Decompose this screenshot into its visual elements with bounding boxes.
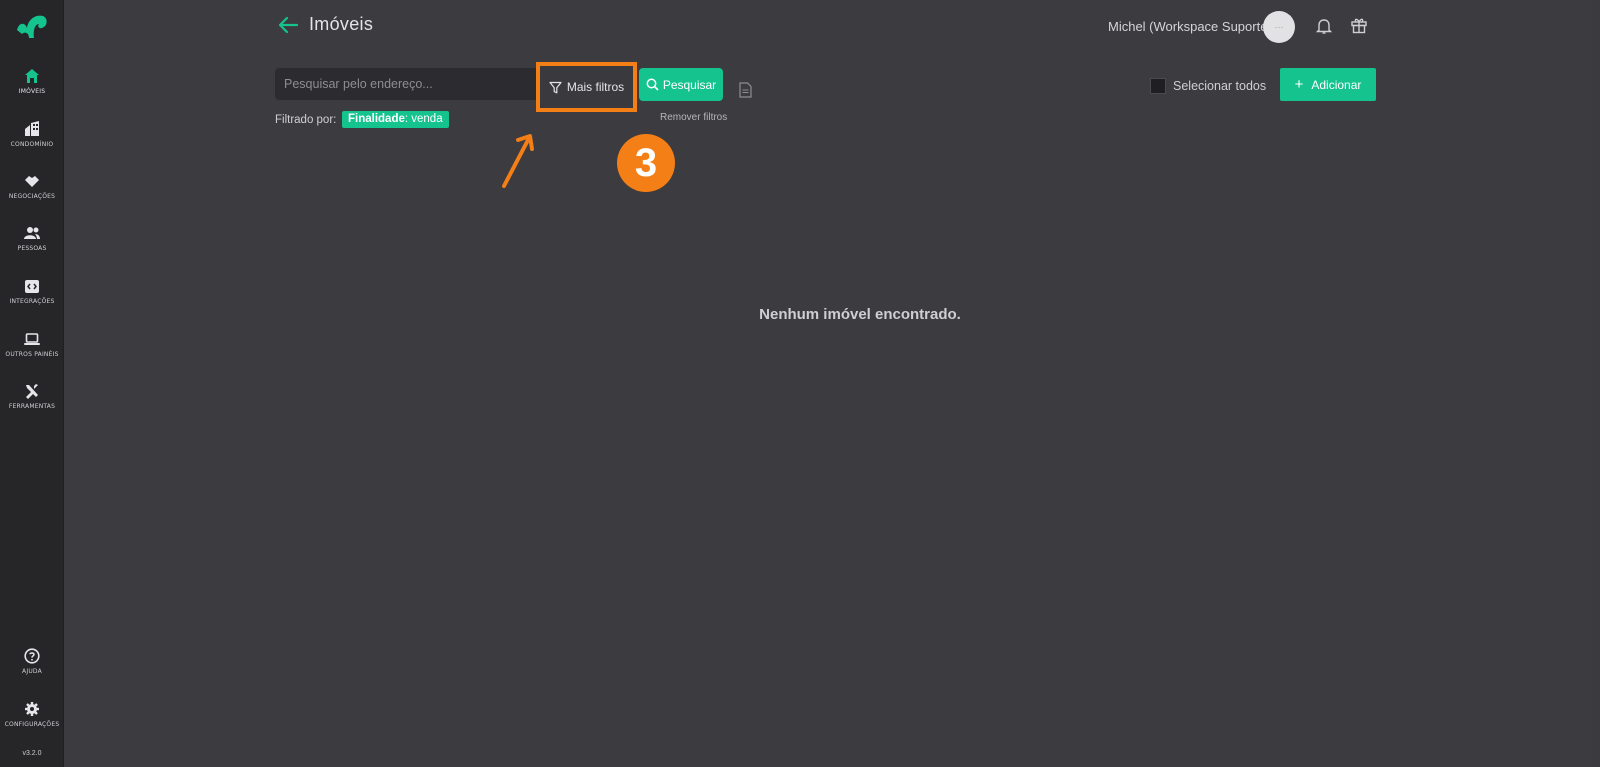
buildings-icon <box>25 121 39 136</box>
sidebar-item-label: AJUDA <box>22 668 42 675</box>
handshake-icon <box>25 176 39 187</box>
sidebar-item-label: NEGOCIAÇÕES <box>8 193 56 200</box>
more-filters-button[interactable]: Mais filtros <box>536 62 637 112</box>
sidebar-item-ajuda[interactable]: AJUDA <box>0 644 64 694</box>
add-button-label: Adicionar <box>1311 77 1362 92</box>
sidebar-item-label: IMÓVEIS <box>18 88 46 95</box>
sidebar: IMÓVEIS CONDOMÍNIO NEGOCIAÇÕES PESSOAS I… <box>0 0 64 767</box>
add-button[interactable]: + Adicionar <box>1280 68 1376 101</box>
search-input[interactable] <box>275 68 536 100</box>
filter-chip-key: Finalidade <box>348 113 405 125</box>
sidebar-item-label: CONDOMÍNIO <box>10 141 54 148</box>
sidebar-item-outros-paineis[interactable]: OUTROS PAINÉIS <box>0 327 64 377</box>
filtered-by-label: Filtrado por: <box>275 114 337 126</box>
tools-icon <box>26 384 38 399</box>
search-button-label: Pesquisar <box>662 77 717 92</box>
search-icon <box>646 78 659 91</box>
select-all-checkbox[interactable] <box>1150 78 1166 94</box>
back-arrow-icon[interactable] <box>277 15 299 35</box>
laptop-icon <box>24 333 40 345</box>
sidebar-item-configuracoes[interactable]: CONFIGURAÇÕES <box>0 697 64 747</box>
bell-icon[interactable] <box>1315 17 1333 35</box>
plus-icon: + <box>1294 75 1304 93</box>
sidebar-item-label: OUTROS PAINÉIS <box>5 351 59 358</box>
sidebar-item-imoveis[interactable]: IMÓVEIS <box>0 64 64 114</box>
remove-filters-link[interactable]: Remover filtros <box>660 112 727 123</box>
sidebar-item-label: INTEGRAÇÕES <box>9 298 55 305</box>
app-version: v3.2.0 <box>22 750 42 757</box>
home-icon <box>25 69 39 83</box>
document-icon[interactable] <box>739 82 752 98</box>
gift-icon[interactable] <box>1350 16 1368 34</box>
active-filter-chip[interactable]: Finalidade: venda <box>342 111 449 128</box>
sidebar-item-label: CONFIGURAÇÕES <box>4 721 60 728</box>
search-button[interactable]: Pesquisar <box>639 68 723 101</box>
empty-state-message: Nenhum imóvel encontrado. <box>759 306 961 323</box>
people-icon <box>24 227 40 239</box>
filter-chip-value: : venda <box>404 113 443 125</box>
filter-icon <box>549 81 562 93</box>
sidebar-item-condominio[interactable]: CONDOMÍNIO <box>0 117 64 167</box>
page-scrollbar[interactable] <box>1592 0 1600 767</box>
sidebar-item-ferramentas[interactable]: FERRAMENTAS <box>0 379 64 429</box>
more-filters-label: Mais filtros <box>566 80 625 94</box>
help-icon <box>24 648 40 664</box>
select-all-label[interactable]: Selecionar todos <box>1173 79 1266 93</box>
sidebar-item-negociacoes[interactable]: NEGOCIAÇÕES <box>0 169 64 219</box>
sidebar-item-label: FERRAMENTAS <box>8 403 56 410</box>
gear-icon <box>25 702 39 716</box>
sidebar-item-integracoes[interactable]: INTEGRAÇÕES <box>0 274 64 324</box>
step-number-badge: 3 <box>617 134 675 192</box>
sidebar-item-pessoas[interactable]: PESSOAS <box>0 221 64 271</box>
integrations-icon <box>25 280 39 293</box>
user-name[interactable]: Michel (Workspace Suporte) <box>1108 19 1272 34</box>
annotation-arrow-icon <box>502 134 534 188</box>
logo-icon[interactable] <box>15 12 49 40</box>
sidebar-item-label: PESSOAS <box>17 245 47 252</box>
avatar[interactable]: ··· <box>1263 11 1295 43</box>
page-title: Imóveis <box>309 14 374 34</box>
